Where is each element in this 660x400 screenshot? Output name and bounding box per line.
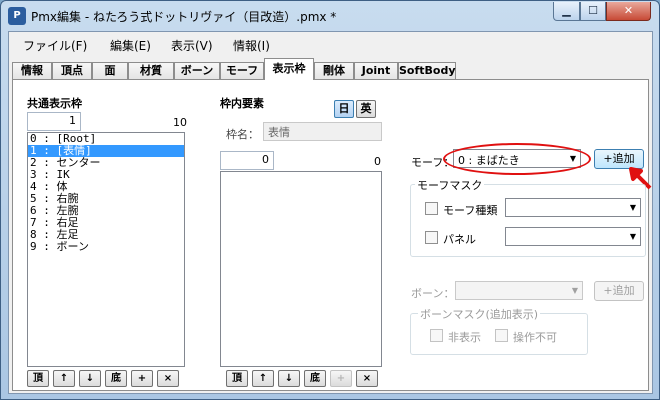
panel-select[interactable]: ▼ bbox=[505, 227, 641, 246]
frame-elements-label: 枠内要素 bbox=[220, 97, 264, 110]
display-frame-panel: 共通表示枠 1 10 0 : [Root] 1 : [表情] 2 : センター … bbox=[12, 79, 652, 391]
morph-mask-title: モーフマスク bbox=[415, 177, 485, 193]
elem-add-button[interactable]: + bbox=[330, 370, 352, 387]
menu-edit[interactable]: 編集(E) bbox=[110, 37, 151, 54]
move-top-button[interactable]: 頂 bbox=[27, 370, 49, 387]
delete-frame-button[interactable]: × bbox=[157, 370, 179, 387]
panel-label: パネル bbox=[443, 233, 476, 246]
move-up-button[interactable]: ↑ bbox=[53, 370, 75, 387]
morph-type-checkbox[interactable] bbox=[425, 202, 438, 215]
tab-info[interactable]: 情報 bbox=[12, 62, 52, 80]
chevron-down-icon: ▼ bbox=[569, 154, 576, 163]
tab-morph[interactable]: モーフ bbox=[220, 62, 264, 80]
morph-type-label: モーフ種類 bbox=[443, 204, 498, 217]
chevron-down-icon: ▼ bbox=[629, 203, 636, 212]
common-frames-list[interactable]: 0 : [Root] 1 : [表情] 2 : センター 3 : IK 4 : … bbox=[27, 132, 185, 367]
tab-rigid-body[interactable]: 剛体 bbox=[314, 62, 354, 80]
elem-delete-button[interactable]: × bbox=[356, 370, 378, 387]
chevron-down-icon: ▼ bbox=[629, 232, 636, 241]
tab-joint[interactable]: Joint bbox=[354, 62, 398, 80]
client-area: ファイル(F) 編集(E) 表示(V) 情報(I) 情報 頂点 面 材質 ボーン… bbox=[8, 31, 653, 394]
elem-move-up-button[interactable]: ↑ bbox=[252, 370, 274, 387]
window-title: Pmx編集 - ねたろう式ドットリヴァイ（目改造）.pmx * bbox=[31, 10, 337, 24]
tab-display-frame[interactable]: 表示枠 bbox=[264, 58, 314, 80]
tab-softbody[interactable]: SoftBody bbox=[398, 62, 456, 80]
bone-select[interactable]: ▼ bbox=[455, 281, 583, 300]
morph-select[interactable]: 0 : まばたき ▼ bbox=[453, 149, 581, 168]
menu-bar: ファイル(F) 編集(E) 表示(V) 情報(I) bbox=[9, 32, 652, 55]
common-frames-label: 共通表示枠 bbox=[27, 97, 82, 110]
elem-move-down-button[interactable]: ↓ bbox=[278, 370, 300, 387]
hide-label: 非表示 bbox=[448, 331, 481, 344]
frame-name-field: 表情 bbox=[263, 122, 382, 141]
close-button[interactable]: ✕ bbox=[606, 2, 651, 21]
frame-elements-count: 0 bbox=[374, 155, 381, 168]
hide-checkbox[interactable] bbox=[430, 329, 443, 342]
elem-move-bottom-button[interactable]: 底 bbox=[304, 370, 326, 387]
app-icon: P bbox=[8, 7, 26, 25]
frame-elements-list[interactable] bbox=[220, 171, 382, 367]
menu-file[interactable]: ファイル(F) bbox=[23, 37, 87, 54]
app-window: P Pmx編集 - ねたろう式ドットリヴァイ（目改造）.pmx * ▁ ☐ ✕ … bbox=[0, 0, 660, 400]
title-bar: P Pmx編集 - ねたろう式ドットリヴァイ（目改造）.pmx * ▁ ☐ ✕ bbox=[1, 1, 659, 31]
move-bottom-button[interactable]: 底 bbox=[105, 370, 127, 387]
chevron-down-icon: ▼ bbox=[571, 286, 578, 295]
common-frames-count: 10 bbox=[173, 116, 187, 129]
tab-vertex[interactable]: 頂点 bbox=[52, 62, 92, 80]
common-frames-index-field[interactable]: 1 bbox=[27, 112, 81, 131]
no-operate-label: 操作不可 bbox=[513, 331, 557, 344]
lang-en-toggle[interactable]: 英 bbox=[356, 100, 376, 118]
elem-move-top-button[interactable]: 頂 bbox=[226, 370, 248, 387]
maximize-button[interactable]: ☐ bbox=[580, 2, 606, 21]
tab-face[interactable]: 面 bbox=[92, 62, 128, 80]
frame-name-label: 枠名： bbox=[226, 128, 259, 141]
list-item[interactable]: 9 : ボーン bbox=[28, 241, 184, 253]
menu-view[interactable]: 表示(V) bbox=[171, 37, 213, 54]
add-frame-button[interactable]: + bbox=[131, 370, 153, 387]
bone-label: ボーン： bbox=[411, 287, 455, 300]
frame-elements-index-field[interactable]: 0 bbox=[220, 151, 274, 170]
panel-checkbox[interactable] bbox=[425, 231, 438, 244]
tab-material[interactable]: 材質 bbox=[128, 62, 174, 80]
move-down-button[interactable]: ↓ bbox=[79, 370, 101, 387]
menu-info[interactable]: 情報(I) bbox=[233, 37, 270, 54]
tab-bone[interactable]: ボーン bbox=[174, 62, 220, 80]
bone-add-button[interactable]: +追加 bbox=[594, 281, 644, 301]
bone-mask-title: ボーンマスク(追加表示) bbox=[418, 306, 541, 322]
no-operate-checkbox[interactable] bbox=[495, 329, 508, 342]
lang-jp-toggle[interactable]: 日 bbox=[334, 100, 354, 118]
morph-type-select[interactable]: ▼ bbox=[505, 198, 641, 217]
morph-select-value: 0 : まばたき bbox=[458, 154, 520, 167]
morph-label: モーフ： bbox=[411, 156, 455, 169]
minimize-button[interactable]: ▁ bbox=[553, 2, 580, 21]
